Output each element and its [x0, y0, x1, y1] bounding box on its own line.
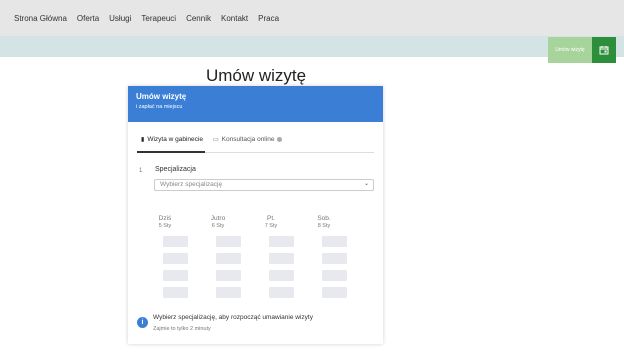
day-column-friday: Pt. 7 Sty [256, 215, 286, 229]
nav-item-contact[interactable]: Kontakt [221, 14, 248, 23]
info-icon: i [137, 317, 148, 328]
bookmark-icon: ▮ [141, 137, 145, 143]
day-name: Jutro [210, 215, 226, 222]
tab-online[interactable]: ▭ Konsultacja online [213, 136, 283, 143]
video-icon: ▭ [213, 137, 219, 143]
specialization-label: Specjalizacja [155, 166, 196, 173]
nav-item-services[interactable]: Usługi [109, 14, 131, 23]
time-slot[interactable] [322, 253, 347, 264]
day-name: Pt. [267, 215, 275, 222]
active-tab-indicator [137, 151, 205, 153]
info-message: Wybierz specjalizację, aby rozpocząć uma… [153, 314, 313, 321]
top-navigation: Strona Główna Oferta Usługi Terapeuci Ce… [0, 0, 624, 36]
step-number: 1 [139, 168, 143, 174]
time-slot[interactable] [322, 287, 347, 298]
day-date: 6 Sty [211, 223, 225, 229]
time-slot[interactable] [322, 270, 347, 281]
day-column-tomorrow: Jutro 6 Sty [203, 215, 233, 229]
calendar-button[interactable] [592, 37, 616, 63]
specialization-select[interactable]: Wybierz specjalizację ⌄ [154, 179, 374, 191]
nav-item-therapists[interactable]: Terapeuci [141, 14, 176, 23]
book-visit-button[interactable]: Umów wizytę [548, 37, 592, 63]
booking-card-header: Umów wizytę i zapłać na miejscu [128, 86, 383, 122]
page-title: Umów wizytę [205, 66, 307, 85]
nav-item-offer[interactable]: Oferta [77, 14, 99, 23]
time-slot[interactable] [269, 287, 294, 298]
time-slot[interactable] [269, 236, 294, 247]
day-column-saturday: Sob. 8 Sty [309, 215, 339, 229]
time-slot[interactable] [216, 236, 241, 247]
booking-card-title: Umów wizytę [136, 92, 187, 101]
time-slot[interactable] [163, 236, 188, 247]
time-slot[interactable] [216, 287, 241, 298]
day-date: 5 Sty [158, 223, 172, 229]
tab-in-office-label: Wizyta w gabinecie [147, 136, 203, 143]
visit-type-tabs: ▮ Wizyta w gabinecie ▭ Konsultacja onlin… [137, 134, 374, 153]
day-column-today: Dziś 5 Sty [150, 215, 180, 229]
nav-item-home[interactable]: Strona Główna [14, 14, 67, 23]
time-slot[interactable] [322, 236, 347, 247]
day-name: Dziś [158, 215, 172, 222]
time-slot[interactable] [163, 287, 188, 298]
time-slot[interactable] [216, 253, 241, 264]
time-slot[interactable] [216, 270, 241, 281]
booking-card-subtitle: i zapłać na miejscu [136, 104, 183, 110]
teal-banner [0, 36, 624, 57]
info-subtext: Zajmie to tylko 2 minuty [153, 326, 211, 332]
nav-item-jobs[interactable]: Praca [258, 14, 279, 23]
nav-item-pricing[interactable]: Cennik [186, 14, 211, 23]
time-slot[interactable] [269, 253, 294, 264]
booking-card: Umów wizytę i zapłać na miejscu ▮ Wizyta… [128, 86, 383, 344]
tab-online-label: Konsultacja online [221, 136, 275, 143]
specialization-placeholder: Wybierz specjalizację [160, 181, 223, 188]
info-icon[interactable] [277, 137, 283, 142]
time-slot[interactable] [163, 270, 188, 281]
chevron-down-icon: ⌄ [363, 181, 369, 187]
day-date: 8 Sty [317, 223, 331, 229]
time-slot[interactable] [269, 270, 294, 281]
tab-in-office[interactable]: ▮ Wizyta w gabinecie [141, 136, 203, 143]
time-slot[interactable] [163, 253, 188, 264]
calendar-icon [599, 46, 609, 55]
day-name: Sob. [317, 215, 331, 222]
day-date: 7 Sty [264, 223, 278, 229]
